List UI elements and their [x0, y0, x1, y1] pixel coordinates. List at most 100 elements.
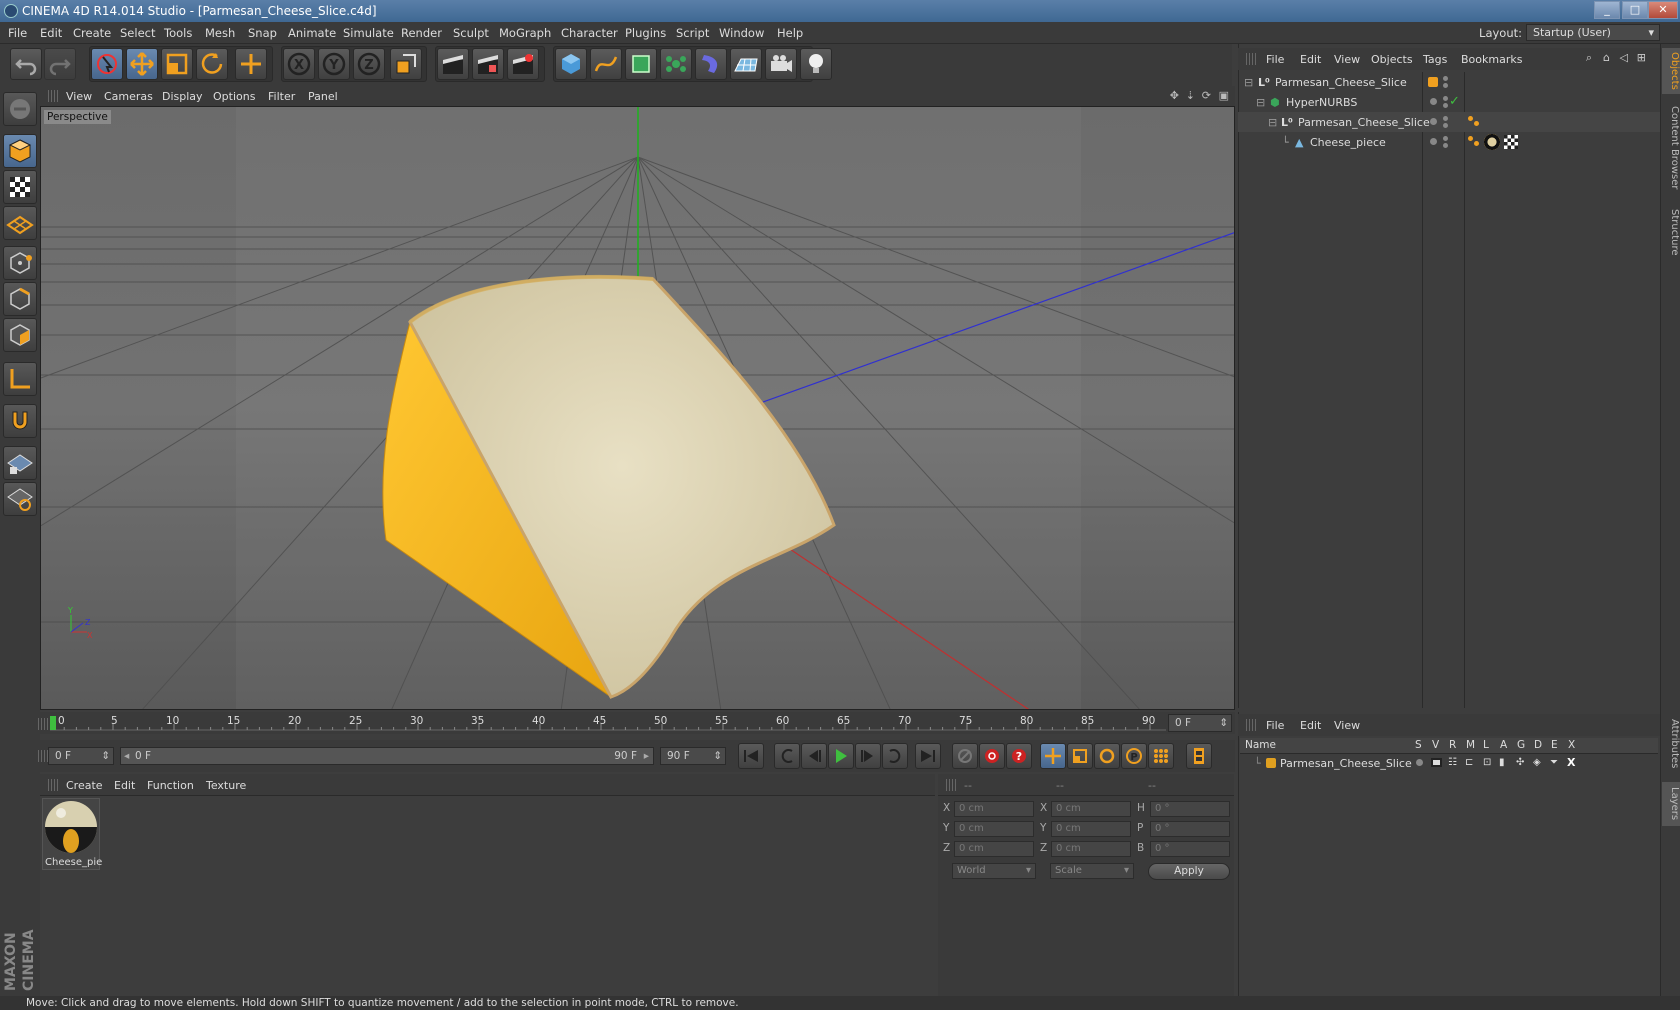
generators-toggle-icon[interactable]: ✣ — [1516, 757, 1524, 768]
tree-row-hypernurbs[interactable]: ⊟ ⬢ HyperNURBS ✓ — [1238, 92, 1660, 112]
solo-toggle-icon[interactable] — [1416, 759, 1423, 766]
viewport-menu-view[interactable]: View — [66, 90, 92, 103]
snap-button[interactable] — [3, 404, 37, 438]
search-icon[interactable]: ⌕ — [1586, 51, 1592, 65]
menu-edit[interactable]: Edit — [40, 26, 62, 40]
manager-toggle-icon[interactable]: ⊏ — [1465, 757, 1473, 768]
col-xref[interactable]: X — [1568, 739, 1575, 751]
lock-icon[interactable]: ⊡ — [1483, 757, 1491, 768]
polygons-mode-button[interactable] — [3, 318, 37, 352]
camera-button[interactable] — [765, 48, 797, 80]
objects-menu-objects[interactable]: Objects — [1371, 53, 1413, 66]
spline-button[interactable] — [590, 48, 622, 80]
scale-tool-button[interactable] — [161, 48, 193, 80]
editor-visibility-dot[interactable] — [1443, 96, 1448, 101]
layer-color-swatch[interactable] — [1428, 77, 1438, 87]
material-menu-edit[interactable]: Edit — [114, 779, 135, 792]
col-manager[interactable]: M — [1466, 739, 1475, 751]
tree-row-parmesan-child[interactable]: ⊟ L⁰ Parmesan_Cheese_Slice — [1238, 112, 1660, 132]
keyframe-selection-button[interactable]: ? — [1006, 743, 1032, 769]
col-render[interactable]: R — [1449, 739, 1456, 751]
minimize-button[interactable]: _ — [1594, 1, 1620, 19]
col-deformers[interactable]: D — [1534, 739, 1542, 751]
menu-animate[interactable]: Animate — [288, 26, 336, 40]
menu-select[interactable]: Select — [120, 26, 155, 40]
render-visibility-dot[interactable] — [1443, 103, 1448, 108]
render-visibility-dot[interactable] — [1443, 83, 1448, 88]
layers-menu-edit[interactable]: Edit — [1300, 719, 1321, 732]
key-rotation-button[interactable] — [1094, 743, 1120, 769]
menu-file[interactable]: File — [8, 26, 27, 40]
lock-workplane-button[interactable] — [3, 446, 37, 480]
recent-tool-button[interactable] — [235, 48, 267, 80]
layout-dropdown[interactable]: Startup (User) ▾ — [1526, 24, 1660, 41]
viewport-rotate-icon[interactable]: ⟳ — [1202, 89, 1211, 102]
material-tag-icon[interactable] — [1484, 134, 1500, 150]
current-frame-field[interactable]: 0 F ⇕ — [1168, 714, 1232, 732]
z-axis-button[interactable]: Z — [353, 48, 385, 80]
objects-menu-view[interactable]: View — [1334, 53, 1360, 66]
timeline-window-button[interactable] — [1186, 743, 1212, 769]
col-animation[interactable]: A — [1500, 739, 1507, 751]
end-frame-field[interactable]: 90 F ⇕ — [660, 747, 726, 765]
animation-toggle-icon[interactable]: ▮ — [1499, 757, 1505, 768]
record-keys-button[interactable] — [952, 743, 978, 769]
play-button[interactable] — [828, 743, 854, 769]
y-axis-button[interactable]: Y — [318, 48, 350, 80]
deformer-button[interactable] — [695, 48, 727, 80]
axis-mode-button[interactable] — [3, 362, 37, 396]
frame-range-slider[interactable]: ◂ 0 F 90 F ▸ — [120, 747, 654, 765]
tree-row-parmesan-root[interactable]: ⊟ L⁰ Parmesan_Cheese_Slice — [1238, 72, 1660, 92]
timeline-ruler[interactable]: 0 5 10 15 20 25 30 35 40 45 50 55 60 65 … — [38, 712, 1235, 734]
layer-row[interactable]: └ Parmesan_Cheese_Slice ☷ ⊏ ⊡ ▮ ✣ ◈ ⏷ X — [1240, 754, 1658, 772]
menu-create[interactable]: Create — [73, 26, 111, 40]
goto-end-button[interactable] — [915, 743, 941, 769]
viewport-menu-cameras[interactable]: Cameras — [104, 90, 153, 103]
tab-attributes[interactable]: Attributes — [1662, 712, 1680, 776]
points-mode-button[interactable] — [3, 246, 37, 280]
prev-key-button[interactable] — [774, 743, 800, 769]
menu-character[interactable]: Character — [561, 26, 618, 40]
key-position-button[interactable] — [1040, 743, 1066, 769]
x-axis-button[interactable]: X — [283, 48, 315, 80]
viewport-move-icon[interactable]: ✥ — [1170, 89, 1179, 102]
rot-b-field[interactable]: 0 ° — [1150, 841, 1230, 857]
key-pla-button[interactable] — [1148, 743, 1174, 769]
model-mode-button[interactable] — [3, 134, 37, 168]
col-solo[interactable]: S — [1415, 739, 1422, 751]
editor-visibility-dot[interactable] — [1443, 116, 1448, 121]
edges-mode-button[interactable] — [3, 282, 37, 316]
menu-snap[interactable]: Snap — [248, 26, 277, 40]
col-expressions[interactable]: E — [1551, 739, 1558, 751]
render-visibility-dot[interactable] — [1443, 123, 1448, 128]
viewport-maximize-icon[interactable]: ▣ — [1219, 89, 1229, 102]
rot-h-field[interactable]: 0 ° — [1150, 801, 1230, 817]
status-dot[interactable] — [1430, 138, 1437, 145]
viewport-menu-options[interactable]: Options — [213, 90, 255, 103]
expressions-toggle-icon[interactable]: ⏷ — [1550, 757, 1558, 768]
collapse-icon[interactable]: ⊟ — [1244, 76, 1253, 89]
menu-plugins[interactable]: Plugins — [625, 26, 666, 40]
playhead[interactable] — [50, 716, 56, 730]
deformers-toggle-icon[interactable]: ◈ — [1533, 757, 1541, 768]
editor-visibility-dot[interactable] — [1443, 136, 1448, 141]
maximize-button[interactable]: □ — [1622, 1, 1648, 19]
tab-objects[interactable]: Objects — [1662, 48, 1680, 94]
auto-keying-button[interactable] — [979, 743, 1005, 769]
goto-start-button[interactable] — [738, 743, 764, 769]
scene-floor-button[interactable] — [730, 48, 762, 80]
menu-mograph[interactable]: MoGraph — [499, 26, 551, 40]
tab-structure[interactable]: Structure — [1662, 202, 1680, 262]
workplane-mode-button[interactable] — [3, 206, 37, 240]
undo-button[interactable] — [10, 48, 42, 80]
status-dot[interactable] — [1430, 98, 1437, 105]
planar-workplane-button[interactable] — [3, 482, 37, 516]
editor-visibility-dot[interactable] — [1443, 76, 1448, 81]
material-menu-texture[interactable]: Texture — [206, 779, 246, 792]
objects-menu-edit[interactable]: Edit — [1300, 53, 1321, 66]
xref-toggle-icon[interactable]: X — [1567, 756, 1575, 769]
viewport-menu-panel[interactable]: Panel — [308, 90, 338, 103]
objects-menu-tags[interactable]: Tags — [1423, 53, 1447, 66]
size-x-field[interactable]: 0 cm — [1051, 801, 1131, 817]
menu-simulate[interactable]: Simulate — [343, 26, 394, 40]
